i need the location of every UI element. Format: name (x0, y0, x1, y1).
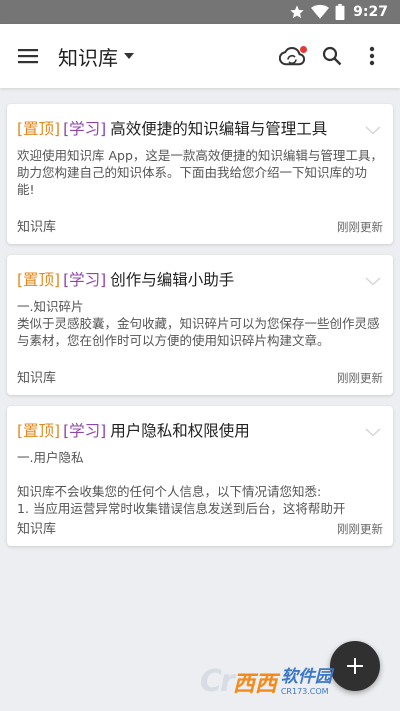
note-preview: 一.用户隐私 知识库不会收集您的任何个人信息，以下情况请您知悉: 1. 当应用运… (17, 449, 383, 517)
updated-time: 刚刚更新 (337, 220, 383, 234)
pinned-tag: [置顶] (17, 120, 61, 138)
category-tag: [学习] (63, 422, 107, 440)
status-bar: 9:27 (0, 0, 400, 24)
page-title: 知识库 (58, 45, 118, 70)
note-footer: 知识库 刚刚更新 (17, 367, 383, 386)
note-preview-line (17, 466, 383, 483)
notebook-label: 知识库 (17, 220, 57, 235)
note-preview: 欢迎使用知识库 App，这是一款高效便捷的知识编辑与管理工具，助力您构建自己的知… (17, 147, 383, 201)
note-title-line: [置顶] [学习] 高效便捷的知识编辑与管理工具 (17, 117, 383, 141)
category-tag: [学习] (63, 271, 107, 289)
updated-time: 刚刚更新 (337, 371, 383, 385)
search-icon (322, 46, 342, 66)
caret-down-icon (124, 53, 134, 59)
note-preview-line: 1. 当应用运营异常时收集错误信息发送到后台，这将帮助开 (17, 501, 346, 516)
note-preview-line: 一.用户隐私 (17, 450, 84, 465)
sync-button[interactable] (272, 24, 312, 88)
chevron-down-icon (365, 126, 381, 135)
sync-badge (300, 46, 307, 53)
note-preview-line: 一.知识碎片 (17, 299, 84, 314)
watermark-url: CR173.COM (280, 686, 329, 696)
more-options-button[interactable] (352, 24, 392, 88)
battery-icon (335, 4, 345, 20)
note-list: [置顶] [学习] 高效便捷的知识编辑与管理工具 欢迎使用知识库 App，这是一款高… (7, 104, 393, 557)
note-card[interactable]: [置顶] [学习] 用户隐私和权限使用 一.用户隐私 知识库不会收集您的任何个人信息… (7, 406, 393, 546)
expand-button[interactable] (365, 271, 381, 290)
notebook-label: 知识库 (17, 371, 57, 386)
note-preview: 一.知识碎片 类似于灵感胶囊，金句收藏，知识碎片可以为您保存一些创作灵感与素材，… (17, 298, 383, 352)
note-title: 高效便捷的知识编辑与管理工具 (110, 120, 328, 138)
note-title-line: [置顶] [学习] 用户隐私和权限使用 (17, 419, 383, 443)
chevron-down-icon (365, 277, 381, 286)
wifi-icon (311, 4, 330, 19)
note-title: 创作与编辑小助手 (110, 271, 235, 289)
watermark-name: 软件园 (280, 666, 332, 687)
category-tag: [学习] (63, 120, 107, 138)
note-preview-line: 知识库不会收集您的任何个人信息，以下情况请您知悉: (17, 484, 322, 499)
note-title: 用户隐私和权限使用 (110, 422, 250, 440)
search-button[interactable] (312, 24, 352, 88)
chevron-down-icon (365, 428, 381, 437)
watermark-text: 软件园 CR173.COM (280, 666, 332, 696)
watermark-brand: 西西 (232, 672, 277, 697)
pinned-tag: [置顶] (17, 271, 61, 289)
pinned-tag: [置顶] (17, 422, 61, 440)
expand-button[interactable] (365, 120, 381, 139)
watermark: Cr 西西 软件园 CR173.COM (200, 660, 380, 704)
more-vert-icon (369, 46, 375, 66)
note-preview-line: 欢迎使用知识库 App，这是一款高效便捷的知识编辑与管理工具，助力您构建自己的知… (17, 148, 383, 197)
updated-time: 刚刚更新 (337, 522, 383, 536)
note-preview-line: 类似于灵感胶囊，金句收藏，知识碎片可以为您保存一些创作灵感与素材，您在创作时可以… (17, 316, 380, 348)
status-time: 9:27 (353, 4, 388, 20)
watermark-logo-icon: Cr (200, 664, 235, 699)
note-title-line: [置顶] [学习] 创作与编辑小助手 (17, 268, 383, 292)
note-footer: 知识库 刚刚更新 (17, 216, 383, 235)
note-card[interactable]: [置顶] [学习] 高效便捷的知识编辑与管理工具 欢迎使用知识库 App，这是一款高… (7, 104, 393, 244)
menu-button[interactable] (0, 24, 56, 88)
note-card[interactable]: [置顶] [学习] 创作与编辑小助手 一.知识碎片 类似于灵感胶囊，金句收藏，知识碎… (7, 255, 393, 395)
app-bar: 知识库 (0, 24, 400, 88)
notebook-selector[interactable]: 知识库 (58, 42, 134, 71)
notebook-label: 知识库 (17, 522, 57, 537)
star-icon (290, 5, 304, 19)
expand-button[interactable] (365, 422, 381, 441)
menu-icon (18, 49, 38, 64)
note-footer: 知识库 刚刚更新 (17, 518, 383, 537)
